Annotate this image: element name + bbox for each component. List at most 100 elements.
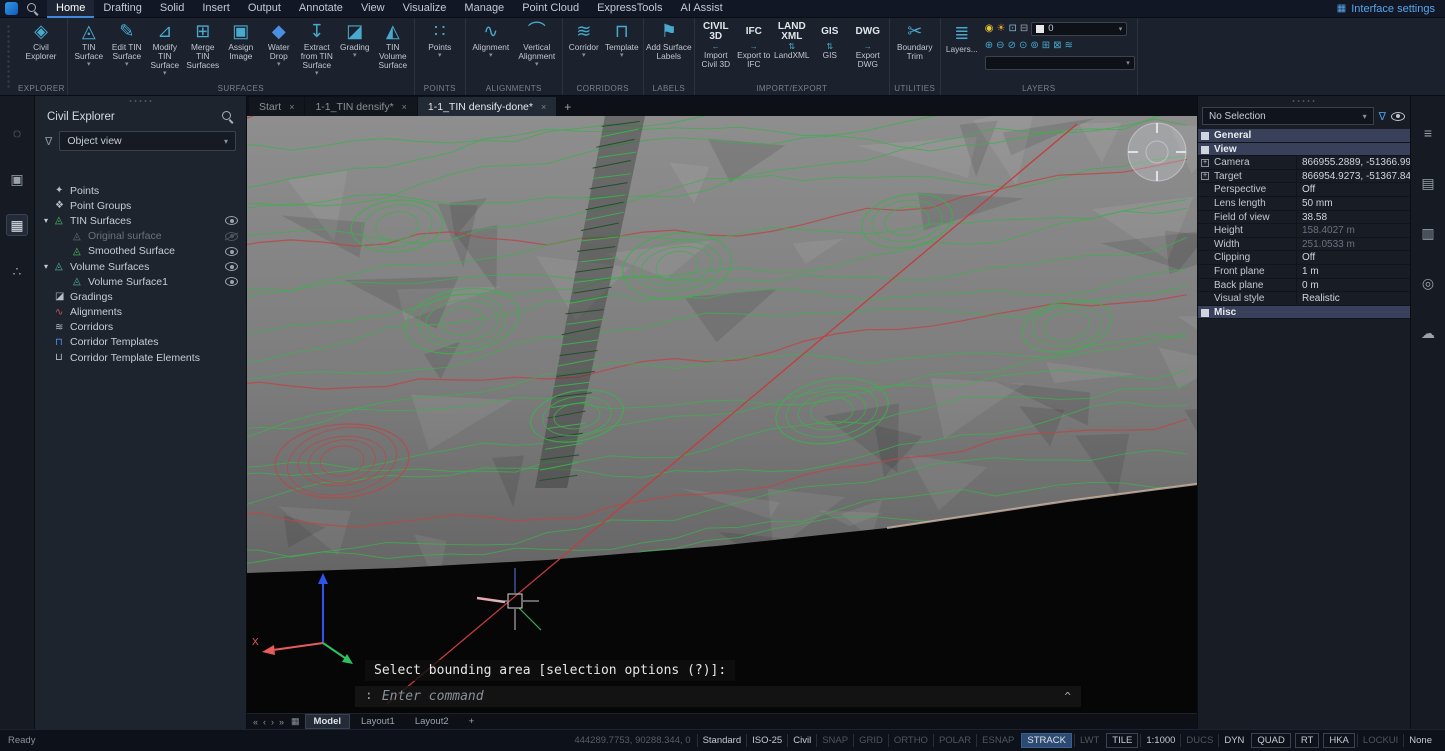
ribbon-button[interactable]: ⚑ Add Surface Labels bbox=[646, 18, 692, 68]
ribbon-button[interactable]: ≋ Corridor ▾ bbox=[565, 18, 603, 59]
status-toggle[interactable]: DUCS bbox=[1180, 734, 1218, 747]
search-panel-icon[interactable]: ◌ bbox=[6, 122, 28, 144]
menu-item[interactable]: View bbox=[352, 0, 394, 18]
ribbon-button[interactable]: ⊞ Merge TIN Surfaces bbox=[184, 18, 222, 77]
visibility-eye-icon[interactable] bbox=[225, 216, 238, 225]
ribbon-button[interactable]: ◭ TIN Volume Surface bbox=[374, 18, 412, 77]
status-toggle[interactable]: ORTHO bbox=[888, 734, 933, 747]
layer-state-icon[interactable]: ⊟ bbox=[1020, 23, 1028, 35]
tree-item[interactable]: ∿ Alignments bbox=[35, 305, 246, 320]
status-toggle[interactable]: ESNAP bbox=[976, 734, 1019, 747]
details-panel-icon[interactable]: ▥ bbox=[1417, 222, 1439, 244]
status-toggle[interactable]: Civil bbox=[787, 734, 816, 747]
cloud-panel-icon[interactable]: ☁ bbox=[1417, 322, 1439, 344]
drawing-viewport[interactable]: X Select bounding area [selection option… bbox=[247, 116, 1197, 713]
status-toggle[interactable]: QUAD bbox=[1251, 733, 1290, 748]
render-panel-icon[interactable]: ▣ bbox=[6, 168, 28, 190]
layer-tool-icon[interactable]: ⊖ bbox=[996, 40, 1004, 52]
layer-tool-icon[interactable]: ⊠ bbox=[1053, 40, 1061, 52]
expand-box-icon[interactable]: + bbox=[1201, 172, 1209, 180]
property-value[interactable]: 158.4027 m bbox=[1296, 224, 1410, 237]
menu-item[interactable]: Home bbox=[47, 0, 94, 18]
ribbon-logo-button[interactable]: DWG → Export DWG bbox=[849, 18, 887, 69]
ribbon-button[interactable]: ↧ Extract from TIN Surface ▾ bbox=[298, 18, 336, 77]
menu-item[interactable]: Visualize bbox=[394, 0, 456, 18]
status-toggle[interactable]: DYN bbox=[1218, 734, 1249, 747]
expander-icon[interactable]: ▾ bbox=[44, 216, 55, 225]
tree-item[interactable]: ◪ Gradings bbox=[35, 289, 246, 304]
menu-item[interactable]: AI Assist bbox=[671, 0, 731, 18]
property-value[interactable]: 0 m bbox=[1296, 279, 1410, 292]
explorer-panel-icon[interactable]: ▦ bbox=[6, 214, 28, 236]
tree-item[interactable]: ⊓ Corridor Templates bbox=[35, 335, 246, 350]
layout-tab[interactable]: + bbox=[460, 714, 484, 729]
tree-item[interactable]: ◬ Volume Surface1 bbox=[35, 274, 246, 289]
expand-box-icon[interactable]: + bbox=[1201, 159, 1209, 167]
ribbon-logo-button[interactable]: CIVIL 3D ← Import Civil 3D bbox=[697, 18, 735, 69]
menu-item[interactable]: Manage bbox=[455, 0, 513, 18]
property-row[interactable]: Back plane 0 m bbox=[1198, 279, 1410, 293]
close-icon[interactable]: × bbox=[289, 102, 294, 112]
filter-funnel-icon[interactable]: ∇ bbox=[45, 135, 52, 148]
status-toggle[interactable]: STRACK bbox=[1021, 733, 1072, 748]
property-value[interactable]: Off bbox=[1296, 183, 1410, 196]
layout-tab[interactable]: Model bbox=[305, 714, 350, 729]
property-value[interactable]: 251.0533 m bbox=[1296, 238, 1410, 251]
ribbon-logo-button[interactable]: LAND XML ⇅ LandXML bbox=[773, 18, 811, 60]
ribbon-button[interactable]: ✂ Boundary Trim bbox=[892, 18, 938, 68]
ribbon-button[interactable]: ▣ Assign Image bbox=[222, 18, 260, 68]
layout-tab[interactable]: Layout2 bbox=[406, 714, 458, 729]
layer-state-select[interactable]: ▾ bbox=[985, 56, 1135, 70]
property-row[interactable]: Misc bbox=[1198, 306, 1410, 320]
status-toggle[interactable]: LWT bbox=[1074, 734, 1104, 747]
layers-manager-button[interactable]: ≣ Layers... bbox=[943, 20, 981, 54]
property-value[interactable]: 50 mm bbox=[1296, 197, 1410, 210]
property-row[interactable]: Lens length 50 mm bbox=[1198, 197, 1410, 211]
visibility-eye-icon[interactable] bbox=[225, 277, 238, 286]
tree-item[interactable]: ✦ Points bbox=[35, 183, 246, 198]
tree-item[interactable]: ◬ Original surface bbox=[35, 229, 246, 244]
expander-icon[interactable]: ▾ bbox=[44, 262, 55, 271]
terrain-3d-view[interactable]: X bbox=[247, 116, 1197, 713]
property-row[interactable]: Height 158.4027 m bbox=[1198, 224, 1410, 238]
property-row[interactable]: + Target 866954.9273, -51367.8466, bbox=[1198, 170, 1410, 184]
tree-item[interactable]: ❖ Point Groups bbox=[35, 198, 246, 213]
property-row[interactable]: Perspective Off bbox=[1198, 183, 1410, 197]
selection-select[interactable]: No Selection ▾ bbox=[1202, 107, 1374, 125]
layer-state-icon[interactable]: ☀ bbox=[997, 23, 1006, 35]
search-icon[interactable] bbox=[221, 110, 234, 123]
layout-nav-icon[interactable]: › bbox=[269, 717, 276, 727]
status-toggle[interactable]: 1:1000 bbox=[1140, 734, 1180, 747]
menu-item[interactable]: Point Cloud bbox=[513, 0, 588, 18]
status-toggle[interactable]: Standard bbox=[697, 734, 747, 747]
hamburger-menu-icon[interactable]: ≡ bbox=[1417, 122, 1439, 144]
document-tab[interactable]: Start × bbox=[249, 97, 304, 116]
layer-tool-icon[interactable]: ⊞ bbox=[1042, 40, 1050, 52]
property-value[interactable]: Realistic bbox=[1296, 292, 1410, 305]
menu-item[interactable]: ExpressTools bbox=[588, 0, 671, 18]
status-toggle[interactable]: RT bbox=[1295, 733, 1320, 748]
visibility-eye-icon[interactable] bbox=[1391, 112, 1405, 121]
command-input[interactable]: ∶ Enter command ^ bbox=[355, 686, 1081, 707]
tree-item[interactable]: ▾ ◬ TIN Surfaces bbox=[35, 213, 246, 228]
layer-tool-icon[interactable]: ⊚ bbox=[1030, 40, 1038, 52]
status-toggle[interactable]: SNAP bbox=[816, 734, 853, 747]
ribbon-button[interactable]: ◪ Grading ▾ bbox=[336, 18, 374, 59]
navigation-compass[interactable] bbox=[1128, 123, 1186, 181]
tree-item[interactable]: ▾ ◬ Volume Surfaces bbox=[35, 259, 246, 274]
new-tab-icon[interactable]: + bbox=[564, 100, 571, 116]
tree-item[interactable]: ◬ Smoothed Surface bbox=[35, 244, 246, 259]
status-toggle[interactable]: HKA bbox=[1323, 733, 1355, 748]
property-value[interactable]: 1 m bbox=[1296, 265, 1410, 278]
structure-panel-icon[interactable]: ∴ bbox=[6, 260, 28, 282]
visibility-eye-icon[interactable] bbox=[225, 262, 238, 271]
status-toggle[interactable]: POLAR bbox=[933, 734, 976, 747]
property-row[interactable]: General bbox=[1198, 129, 1410, 143]
close-icon[interactable]: × bbox=[541, 102, 546, 112]
sheets-panel-icon[interactable]: ▤ bbox=[1417, 172, 1439, 194]
ribbon-button[interactable]: ✎ Edit TIN Surface ▾ bbox=[108, 18, 146, 68]
tree-item[interactable]: ≋ Corridors bbox=[35, 320, 246, 335]
property-value[interactable]: 866954.9273, -51367.8466, bbox=[1296, 170, 1410, 183]
filter-funnel-icon[interactable]: ∇ bbox=[1379, 110, 1386, 123]
ribbon-button[interactable]: ◆ Water Drop ▾ bbox=[260, 18, 298, 68]
